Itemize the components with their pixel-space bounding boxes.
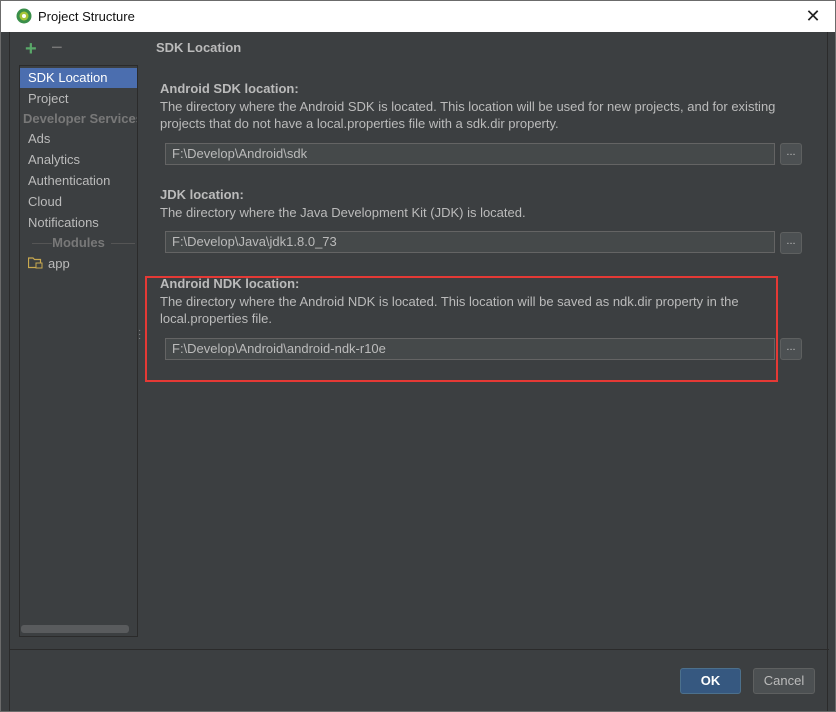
android-sdk-label: Android SDK location: xyxy=(160,81,299,96)
cancel-button[interactable]: Cancel xyxy=(753,668,815,694)
sidebar-item-module-app[interactable]: app xyxy=(20,254,137,274)
jdk-path-field[interactable]: F:\Develop\Java\jdk1.8.0_73 xyxy=(165,231,775,253)
jdk-browse-button[interactable]: ... xyxy=(780,232,802,254)
sidebar-item-notifications[interactable]: Notifications xyxy=(20,213,137,233)
module-folder-icon xyxy=(27,255,43,275)
page-title: SDK Location xyxy=(156,40,242,55)
project-structure-dialog: Project Structure ✕ + − SDK Location Pro… xyxy=(0,0,836,712)
sidebar-item-analytics[interactable]: Analytics xyxy=(20,150,137,170)
android-sdk-description: The directory where the Android SDK is l… xyxy=(160,99,776,131)
sidebar-item-sdk-location[interactable]: SDK Location xyxy=(20,68,137,88)
window-title: Project Structure xyxy=(38,9,135,24)
android-ndk-label: Android NDK location: xyxy=(160,276,300,291)
ok-button[interactable]: OK xyxy=(680,668,741,694)
sidebar-scrollbar[interactable] xyxy=(21,625,129,633)
background-window-edge-left xyxy=(1,32,10,711)
android-ndk-path-field[interactable]: F:\Develop\Android\android-ndk-r10e xyxy=(165,338,775,360)
android-ndk-browse-button[interactable]: ... xyxy=(780,338,802,360)
android-studio-icon xyxy=(16,8,32,24)
sidebar-item-authentication[interactable]: Authentication xyxy=(20,171,137,191)
jdk-label: JDK location: xyxy=(160,187,244,202)
footer-divider xyxy=(9,649,829,650)
android-ndk-description: The directory where the Android NDK is l… xyxy=(160,294,739,326)
developer-services-header: Developer Services xyxy=(23,111,137,126)
android-sdk-browse-button[interactable]: ... xyxy=(780,143,802,165)
divider xyxy=(32,243,52,244)
title-bar: Project Structure ✕ xyxy=(1,1,835,32)
close-icon[interactable]: ✕ xyxy=(803,6,823,26)
jdk-description: The directory where the Java Development… xyxy=(160,205,526,220)
android-sdk-path-field[interactable]: F:\Develop\Android\sdk xyxy=(165,143,775,165)
modules-header-label: Modules xyxy=(52,235,105,250)
modules-header: Modules xyxy=(20,233,137,253)
sidebar-item-label: app xyxy=(48,256,70,271)
remove-icon[interactable]: − xyxy=(51,38,63,58)
sidebar-item-ads[interactable]: Ads xyxy=(20,129,137,149)
sidebar-item-project[interactable]: Project xyxy=(20,89,137,109)
sidebar: SDK Location Project Developer Services … xyxy=(19,65,138,637)
add-icon[interactable]: + xyxy=(25,39,37,59)
ndk-highlight-box xyxy=(145,276,778,382)
background-window-edge-right xyxy=(827,32,835,711)
sidebar-item-cloud[interactable]: Cloud xyxy=(20,192,137,212)
splitter-handle[interactable]: · · · xyxy=(138,326,141,344)
divider xyxy=(111,243,135,244)
